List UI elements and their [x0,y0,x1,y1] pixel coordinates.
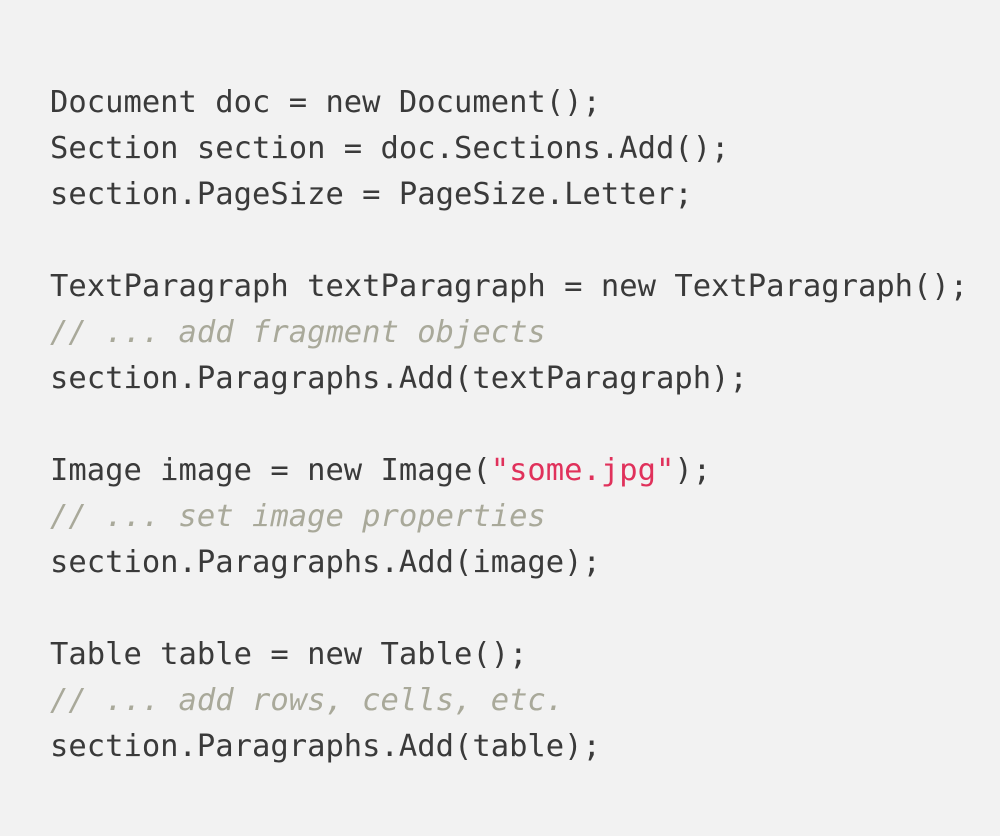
code-line: // ... add fragment objects [50,310,990,356]
code-line: // ... add rows, cells, etc. [50,678,990,724]
code-line: // ... set image properties [50,494,990,540]
code-token-plain: TextParagraph textParagraph = new TextPa… [50,269,969,304]
code-line: Document doc = new Document(); [50,80,990,126]
code-block[interactable]: Document doc = new Document(); Section se… [50,80,990,770]
code-token-comment: // ... add fragment objects [50,315,546,350]
code-line: Table table = new Table(); [50,632,990,678]
code-line: section.Paragraphs.Add(image); [50,540,990,586]
code-token-comment: // ... add rows, cells, etc. [50,683,565,718]
code-token-comment: // ... set image properties [50,499,546,534]
code-line: section.PageSize = PageSize.Letter; [50,172,990,218]
code-token-string: "some.jpg" [490,453,675,488]
code-token-plain: section.PageSize = PageSize.Letter; [50,177,693,212]
code-token-plain: section.Paragraphs.Add(table); [50,729,601,764]
code-line: TextParagraph textParagraph = new TextPa… [50,264,990,310]
code-token-plain: Table table = new Table(); [50,637,528,672]
code-line: section.Paragraphs.Add(textParagraph); [50,356,990,402]
code-token-plain: Image image = new Image( [50,453,491,488]
code-token-plain: section.Paragraphs.Add(image); [50,545,601,580]
code-token-plain: section.Paragraphs.Add(textParagraph); [50,361,748,396]
code-token-plain: ); [674,453,712,488]
code-token-plain: Section section = doc.Sections.Add(); [50,131,730,166]
code-line: section.Paragraphs.Add(table); [50,724,990,770]
code-token-plain: Document doc = new Document(); [50,85,601,120]
code-line: Section section = doc.Sections.Add(); [50,126,990,172]
code-line: Image image = new Image("some.jpg"); [50,448,990,494]
